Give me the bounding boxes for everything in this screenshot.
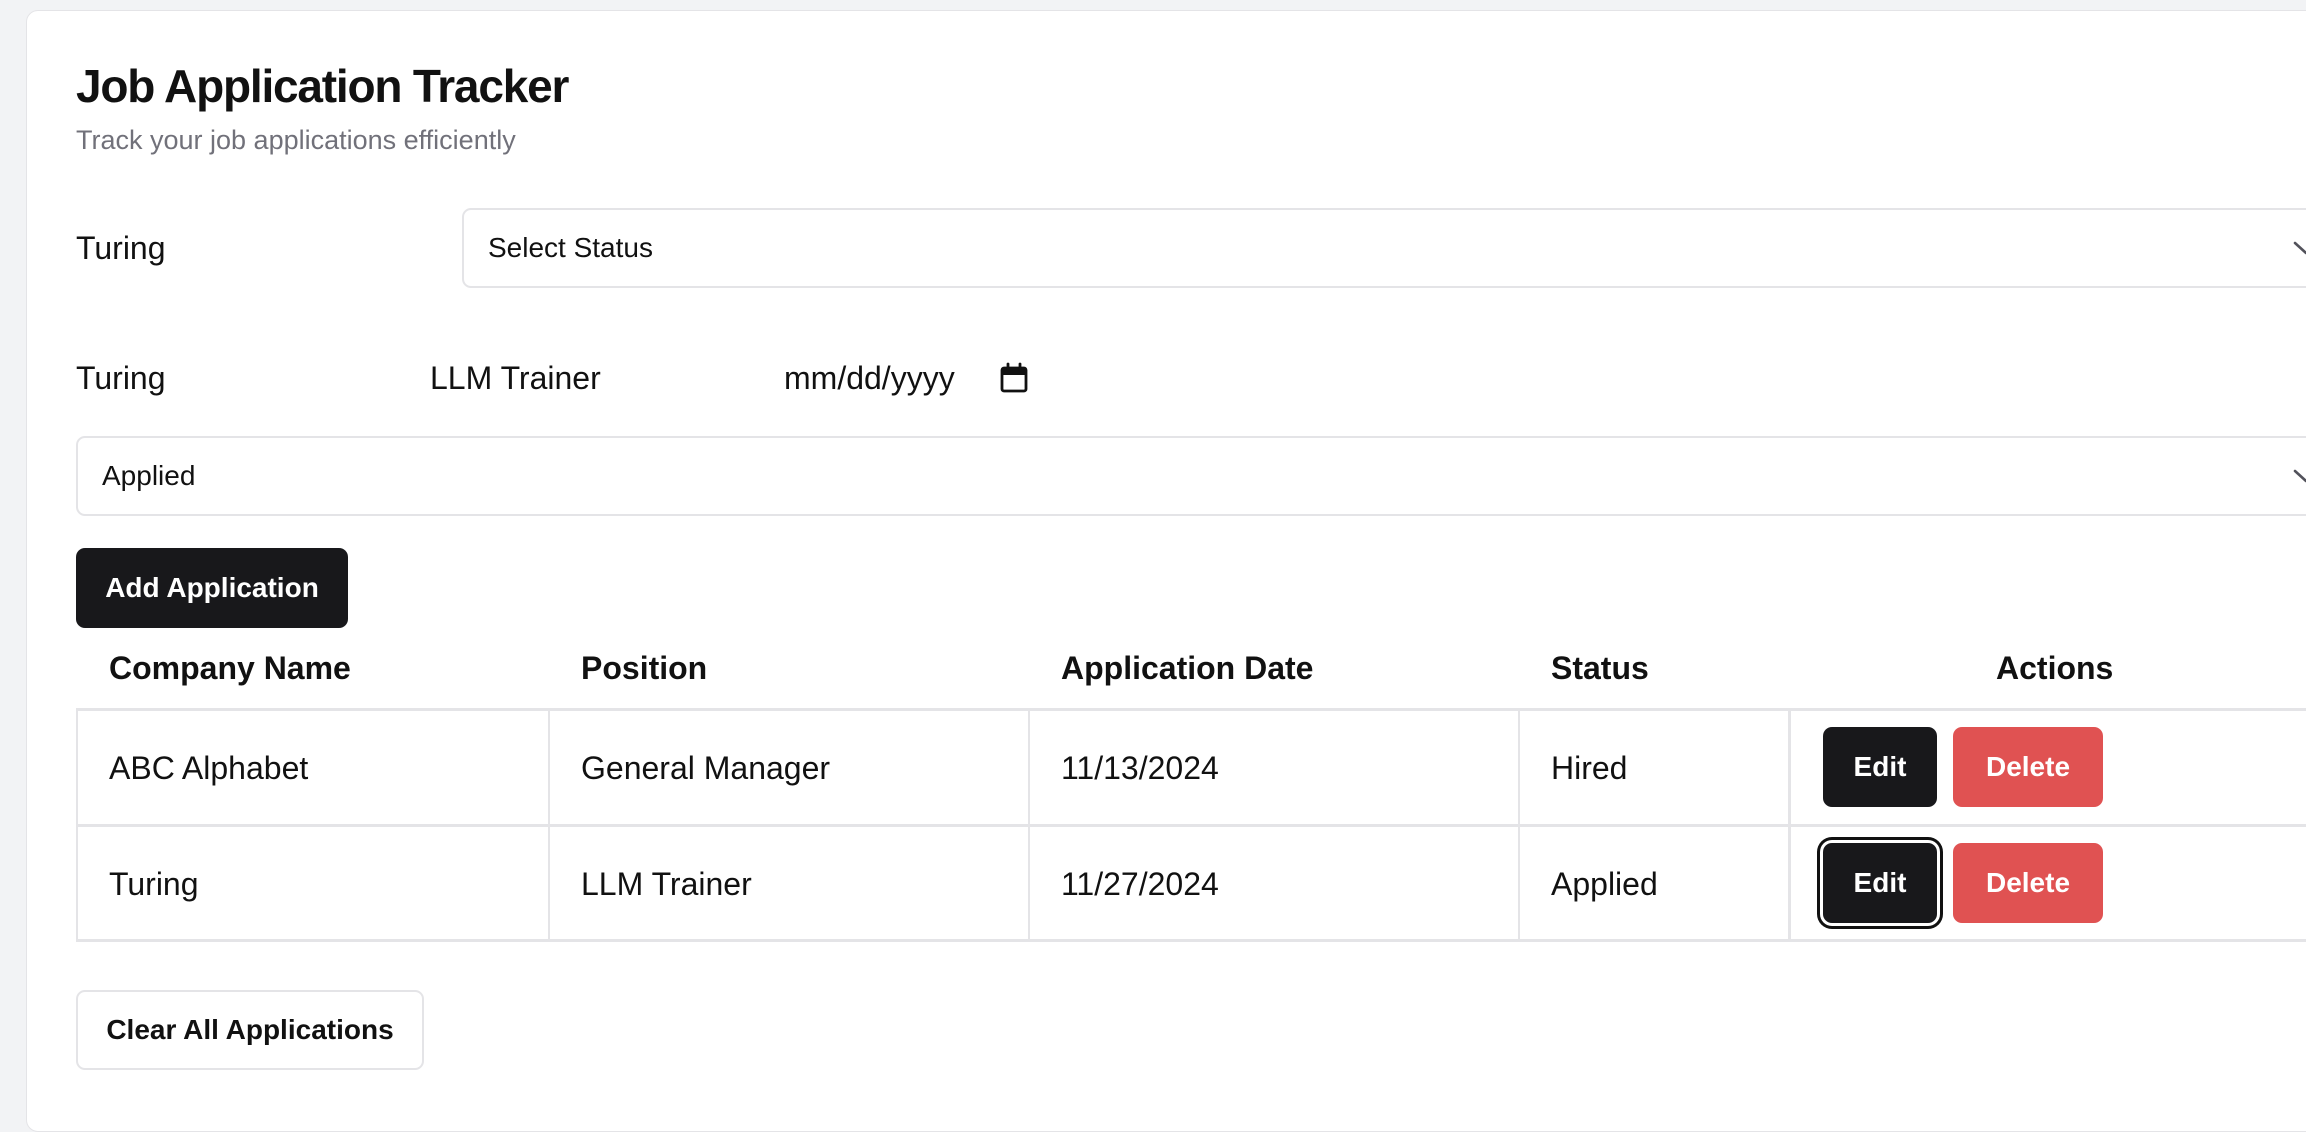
add-application-button[interactable]: Add Application — [76, 548, 348, 628]
table-border — [76, 708, 2306, 711]
cell-date: 11/13/2024 — [1061, 750, 1219, 786]
cell-status: Applied — [1551, 866, 1658, 902]
column-header-actions: Actions — [1996, 650, 2114, 686]
status-select[interactable]: Applied — [76, 436, 2306, 516]
position-input[interactable]: LLM Trainer — [430, 358, 601, 398]
edit-button[interactable]: Edit — [1823, 843, 1937, 923]
table-border — [1788, 708, 1791, 942]
company-name-input[interactable]: Turing — [76, 358, 166, 398]
filter-status-select[interactable]: Select Status — [462, 208, 2306, 288]
application-date-input[interactable]: mm/dd/yyyy — [784, 358, 1029, 398]
main-card — [26, 10, 2306, 1132]
chevron-down-icon — [2293, 241, 2306, 255]
column-header-status: Status — [1551, 650, 1649, 686]
date-placeholder: mm/dd/yyyy — [784, 360, 955, 396]
filter-status-value: Select Status — [488, 232, 653, 263]
table-border — [76, 708, 78, 942]
cell-company: ABC Alphabet — [109, 750, 309, 786]
chevron-down-icon — [2293, 469, 2306, 483]
table-border — [1028, 708, 1030, 942]
table-border — [1518, 708, 1520, 942]
filter-company-input[interactable]: Turing — [76, 228, 166, 268]
column-header-company: Company Name — [109, 650, 351, 686]
delete-button[interactable]: Delete — [1953, 843, 2103, 923]
status-select-value: Applied — [102, 460, 196, 491]
delete-button[interactable]: Delete — [1953, 727, 2103, 807]
table-border — [548, 708, 550, 942]
cell-position: General Manager — [581, 750, 831, 786]
cell-status: Hired — [1551, 750, 1628, 786]
clear-all-applications-button[interactable]: Clear All Applications — [76, 990, 424, 1070]
cell-date: 11/27/2024 — [1061, 866, 1219, 902]
column-header-date: Application Date — [1061, 650, 1314, 686]
column-header-position: Position — [581, 650, 708, 686]
table-border — [76, 824, 2306, 827]
edit-button[interactable]: Edit — [1823, 727, 1937, 807]
cell-company: Turing — [109, 866, 199, 902]
calendar-icon[interactable] — [999, 362, 1029, 394]
cell-position: LLM Trainer — [581, 866, 752, 902]
page-title: Job Application Tracker — [76, 60, 569, 112]
table-border — [76, 939, 2306, 942]
page-subtitle: Track your job applications efficiently — [76, 125, 516, 155]
